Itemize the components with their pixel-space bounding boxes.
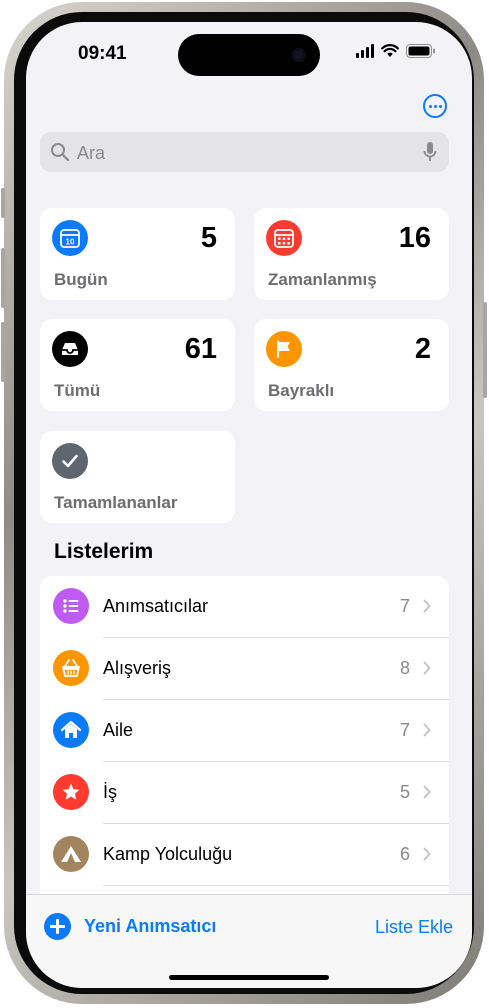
list-item-name: Aile [103,720,134,740]
scheduled-count: 16 [398,222,431,254]
plus-circle-icon [44,913,71,940]
all-label: Tümü [54,381,101,400]
basket-icon [53,650,89,686]
list-item-count: 5 [399,782,410,802]
list-item[interactable]: Anımsatıcılar 7 [40,576,449,638]
microphone-icon[interactable] [423,141,437,163]
more-options-button[interactable] [423,94,447,118]
flag-icon [266,331,302,367]
checkmark-icon [52,443,88,479]
flagged-count: 2 [414,333,431,365]
flagged-label: Bayraklı [268,381,335,400]
side-button [483,302,487,398]
action-button [1,188,5,218]
list-item-count: 7 [399,596,410,616]
house-icon [53,712,89,748]
status-time: 09:41 [78,43,127,64]
cellular-signal-icon [356,44,374,58]
search-bar[interactable]: Ara [40,132,449,172]
list-item[interactable]: Alışveriş 8 [40,638,449,700]
volume-down-button [1,322,5,382]
smart-list-today[interactable]: 10 5 Bugün [40,208,235,300]
svg-text:10: 10 [66,238,75,247]
tent-icon [53,836,89,872]
completed-label: Tamamlananlar [54,493,178,512]
chevron-right-icon [423,785,431,799]
list-item-name: İş [103,782,118,802]
add-list-button[interactable]: Liste Ekle [375,917,453,938]
chevron-right-icon [423,723,431,737]
scheduled-label: Zamanlanmış [268,270,377,289]
smart-list-scheduled[interactable]: 16 Zamanlanmış [254,208,449,300]
smart-list-completed[interactable]: Tamamlananlar [40,431,235,523]
chevron-right-icon [423,847,431,861]
list-item[interactable]: Kamp Yolculuğu 6 [40,824,449,886]
status-icons [356,44,436,58]
list-item-name: Anımsatıcılar [103,596,209,616]
today-count: 5 [200,222,217,254]
all-count: 61 [184,333,217,365]
list-item-count: 6 [399,844,410,864]
volume-up-button [1,248,5,308]
camera-icon [292,48,306,62]
calendar-today-icon: 10 [52,220,88,256]
bottom-toolbar: Yeni Anımsatıcı Liste Ekle [26,894,472,988]
my-lists: Anımsatıcılar 7 Alışveriş 8 Aile 7 İş 5 … [40,576,449,916]
home-indicator[interactable] [169,975,329,980]
wifi-icon [381,44,399,57]
calendar-icon [266,220,302,256]
new-reminder-label: Yeni Anımsatıcı [84,916,217,936]
new-reminder-button[interactable]: Yeni Anımsatıcı [44,913,216,940]
search-placeholder: Ara [77,143,106,163]
tray-icon [52,331,88,367]
chevron-right-icon [423,661,431,675]
battery-icon [406,44,435,58]
list-bullet-icon [53,588,89,624]
today-label: Bugün [54,270,108,289]
smart-list-flagged[interactable]: 2 Bayraklı [254,319,449,411]
list-item-name: Kamp Yolculuğu [103,844,233,864]
chevron-right-icon [423,599,431,613]
dynamic-island [178,34,320,76]
screen: 09:41 Ara 10 5 Bugün 16 Zamanlanmış 61 T… [26,22,472,988]
star-icon [53,774,89,810]
magnifying-glass-icon [51,143,70,162]
smart-list-all[interactable]: 61 Tümü [40,319,235,411]
list-item[interactable]: İş 5 [40,762,449,824]
list-item-count: 7 [399,720,410,740]
list-item[interactable]: Aile 7 [40,700,449,762]
list-item-name: Alışveriş [103,658,172,678]
divider [103,885,449,886]
my-lists-title: Listelerim [54,540,154,563]
list-item-count: 8 [399,658,410,678]
